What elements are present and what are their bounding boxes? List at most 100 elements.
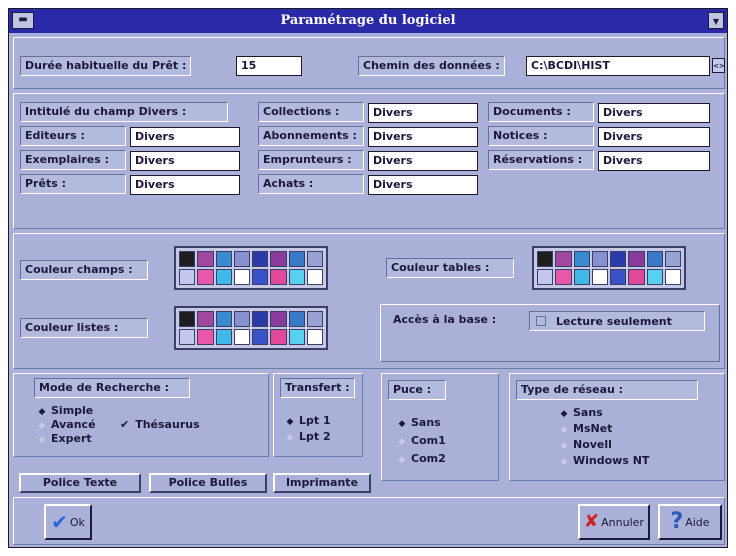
color-swatch[interactable] (306, 311, 323, 327)
editeurs-input[interactable]: Divers (130, 127, 240, 147)
emprunteurs-input[interactable]: Divers (368, 151, 478, 171)
color-swatch[interactable] (628, 251, 645, 267)
duree-input[interactable]: 15 (236, 56, 302, 76)
radio-dot-icon: ◆ (38, 435, 46, 445)
color-swatch[interactable] (306, 329, 323, 345)
chemin-input[interactable]: C:\BCDI\HIST (526, 56, 710, 76)
lecture-seulement-toggle[interactable]: Lecture seulement (529, 311, 705, 331)
notices-input[interactable]: Divers (598, 127, 710, 147)
color-swatch[interactable] (179, 311, 196, 327)
police-texte-button[interactable]: Police Texte (19, 473, 141, 493)
color-swatch[interactable] (197, 269, 214, 285)
radio-expert[interactable]: ◆ Expert (36, 432, 92, 447)
color-swatch[interactable] (537, 269, 554, 285)
color-swatch[interactable] (233, 329, 250, 345)
couleur-listes-palette[interactable] (174, 306, 328, 350)
color-swatch[interactable] (197, 251, 214, 267)
documents-label: Documents : (488, 102, 594, 122)
color-swatch[interactable] (233, 311, 250, 327)
color-swatch[interactable] (252, 311, 269, 327)
imprimante-button[interactable]: Imprimante (273, 473, 371, 493)
abonnements-input[interactable]: Divers (368, 127, 478, 147)
collections-input[interactable]: Divers (368, 103, 478, 123)
radio-avance[interactable]: ◆ Avancé (36, 418, 96, 433)
color-swatch[interactable] (610, 251, 627, 267)
prets-input[interactable]: Divers (130, 175, 240, 195)
color-swatch[interactable] (591, 269, 608, 285)
color-swatch[interactable] (288, 329, 305, 345)
radio-msnet[interactable]: ◆ MsNet (558, 422, 613, 437)
color-swatch[interactable] (252, 269, 269, 285)
color-swatch[interactable] (270, 269, 287, 285)
color-swatch[interactable] (215, 311, 232, 327)
color-swatch[interactable] (179, 329, 196, 345)
aide-button[interactable]: ? Aide (658, 504, 722, 540)
color-swatch[interactable] (252, 329, 269, 345)
color-swatch[interactable] (215, 251, 232, 267)
color-swatch[interactable] (306, 269, 323, 285)
police-bulles-button[interactable]: Police Bulles (149, 473, 267, 493)
reservations-input[interactable]: Divers (598, 151, 710, 171)
color-swatch[interactable] (270, 311, 287, 327)
color-swatch[interactable] (233, 251, 250, 267)
color-swatch[interactable] (646, 269, 663, 285)
color-swatch[interactable] (555, 269, 572, 285)
settings-window: ▬ Paramétrage du logiciel ▼ Durée habitu… (8, 8, 728, 548)
color-swatch[interactable] (197, 329, 214, 345)
color-swatch[interactable] (288, 311, 305, 327)
couleur-champs-palette[interactable] (174, 246, 328, 290)
color-swatch[interactable] (646, 251, 663, 267)
color-swatch[interactable] (537, 251, 554, 267)
color-swatch[interactable] (591, 251, 608, 267)
color-swatch[interactable] (664, 269, 681, 285)
check-icon: ✔ (51, 510, 68, 534)
emprunteurs-label: Emprunteurs : (258, 150, 364, 170)
color-swatch[interactable] (197, 311, 214, 327)
color-swatch[interactable] (573, 269, 590, 285)
color-swatch[interactable] (628, 269, 645, 285)
exemplaires-input[interactable]: Divers (130, 151, 240, 171)
color-swatch[interactable] (179, 269, 196, 285)
color-swatch[interactable] (270, 251, 287, 267)
radio-puce-sans[interactable]: ◆ Sans (396, 416, 441, 431)
color-swatch[interactable] (215, 329, 232, 345)
puce-title: Puce : (388, 380, 446, 400)
color-swatch[interactable] (306, 251, 323, 267)
radio-lpt2[interactable]: ◆ Lpt 2 (284, 430, 331, 445)
documents-input[interactable]: Divers (598, 103, 710, 123)
color-swatch[interactable] (252, 251, 269, 267)
radio-com1[interactable]: ◆ Com1 (396, 434, 446, 449)
color-swatch[interactable] (610, 269, 627, 285)
couleur-champs-label: Couleur champs : (20, 260, 148, 280)
chevron-down-icon[interactable]: ▼ (708, 12, 724, 29)
color-swatch[interactable] (215, 269, 232, 285)
ok-button[interactable]: ✔ Ok (44, 504, 92, 540)
color-swatch[interactable] (288, 269, 305, 285)
radio-lpt1[interactable]: ◆ Lpt 1 (284, 414, 331, 429)
annuler-button[interactable]: ✘ Annuler (578, 504, 650, 540)
thesaurus-label: Thésaurus (135, 418, 200, 431)
color-swatch[interactable] (233, 269, 250, 285)
acces-group: Accès à la base : Lecture seulement (380, 304, 720, 362)
color-swatch[interactable] (555, 251, 572, 267)
couleur-tables-palette[interactable] (532, 246, 686, 290)
ok-label: Ok (69, 515, 85, 529)
system-menu-icon[interactable]: ▬ (12, 12, 34, 29)
color-swatch[interactable] (288, 251, 305, 267)
thesaurus-checkbox[interactable]: ✔ Thésaurus (120, 418, 200, 432)
radio-novell[interactable]: ◆ Novell (558, 438, 612, 453)
achats-input[interactable]: Divers (368, 175, 478, 195)
aide-label: Aide (685, 515, 710, 529)
colors-panel: Couleur champs : Couleur tables : Couleu… (13, 233, 725, 369)
color-swatch[interactable] (270, 329, 287, 345)
color-swatch[interactable] (573, 251, 590, 267)
radio-windows-nt[interactable]: ◆ Windows NT (558, 454, 650, 469)
color-swatch[interactable] (664, 251, 681, 267)
radio-com2[interactable]: ◆ Com2 (396, 452, 446, 467)
browse-icon[interactable]: <> (712, 58, 725, 73)
chemin-label: Chemin des données : (358, 56, 505, 76)
color-swatch[interactable] (179, 251, 196, 267)
intitule-label: Intitulé du champ Divers : (20, 102, 228, 122)
radio-simple[interactable]: ◆ Simple (36, 404, 94, 419)
radio-reseau-sans[interactable]: ◆ Sans (558, 406, 603, 421)
